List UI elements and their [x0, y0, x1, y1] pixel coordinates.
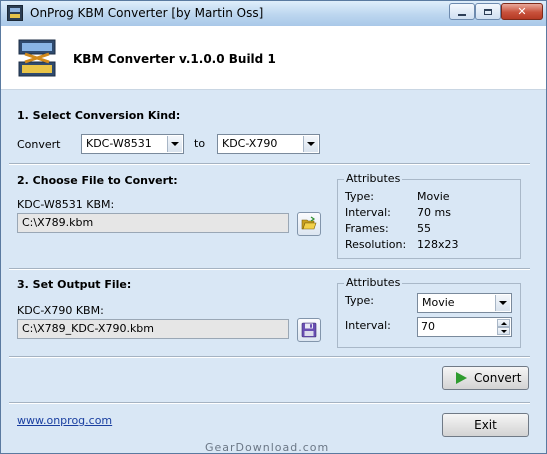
attr-resolution-label: Resolution: — [345, 238, 407, 251]
input-attributes-legend: Attributes — [344, 172, 403, 185]
kbm-app-icon — [7, 5, 23, 21]
chevron-down-icon[interactable] — [495, 295, 510, 311]
output-type-value: Movie — [422, 296, 455, 309]
to-format-select[interactable]: KDC-X790 — [217, 134, 320, 154]
from-format-value: KDC-W8531 — [86, 137, 152, 150]
floppy-save-icon — [301, 322, 317, 338]
attr-type-label: Type: — [345, 190, 374, 203]
output-file-path-field[interactable]: C:\X789_KDC-X790.kbm — [17, 319, 289, 339]
maximize-icon — [484, 8, 492, 15]
watermark-text: GearDownload.com — [205, 441, 330, 454]
spinner-arrows — [497, 319, 510, 335]
input-file-path-value: C:\X789.kbm — [22, 216, 94, 229]
output-attributes-legend: Attributes — [344, 276, 403, 289]
spin-down-icon[interactable] — [497, 327, 510, 335]
window-title: OnProg KBM Converter [by Martin Oss] — [30, 6, 264, 20]
to-format-value: KDC-X790 — [222, 137, 278, 150]
output-type-select[interactable]: Movie — [417, 293, 512, 313]
minimize-button[interactable] — [449, 3, 475, 20]
close-icon: ✕ — [517, 5, 527, 18]
section-divider — [9, 268, 530, 270]
exit-button[interactable]: Exit — [442, 413, 529, 437]
section-output-file-title: 3. Set Output File: — [17, 278, 132, 291]
section-divider — [9, 356, 530, 358]
play-icon — [456, 372, 467, 384]
convert-button-label: Convert — [474, 371, 522, 385]
chevron-down-icon[interactable] — [167, 136, 182, 152]
exit-button-label: Exit — [474, 418, 497, 432]
website-link[interactable]: www.onprog.com — [17, 414, 112, 427]
section-divider — [9, 402, 530, 404]
app-header-title: KBM Converter v.1.0.0 Build 1 — [73, 52, 276, 66]
attr-interval-value: 70 ms — [417, 206, 451, 219]
from-format-select[interactable]: KDC-W8531 — [81, 134, 184, 154]
output-type-label: Type: — [345, 294, 374, 307]
section-divider — [9, 163, 530, 165]
convert-button[interactable]: Convert — [442, 366, 529, 390]
spin-up-icon[interactable] — [497, 319, 510, 327]
kbm-logo-icon — [15, 38, 59, 78]
attr-frames-value: 55 — [417, 222, 431, 235]
input-file-label: KDC-W8531 KBM: — [17, 198, 115, 211]
convert-label: Convert — [17, 138, 61, 151]
open-file-button[interactable] — [297, 212, 321, 236]
output-interval-value: 70 — [421, 320, 435, 333]
output-file-path-value: C:\X789_KDC-X790.kbm — [22, 322, 155, 335]
header-banner: KBM Converter v.1.0.0 Build 1 — [1, 26, 546, 90]
attr-resolution-value: 128x23 — [417, 238, 459, 251]
input-file-path-field[interactable]: C:\X789.kbm — [17, 213, 289, 233]
section-conversion-kind-title: 1. Select Conversion Kind: — [17, 109, 181, 122]
attr-type-value: Movie — [417, 190, 450, 203]
main-window: OnProg KBM Converter [by Martin Oss] ✕ K… — [0, 0, 547, 454]
folder-open-icon — [301, 216, 317, 230]
chevron-down-icon[interactable] — [303, 136, 318, 152]
attr-frames-label: Frames: — [345, 222, 389, 235]
save-file-button[interactable] — [297, 318, 321, 342]
attr-interval-label: Interval: — [345, 206, 391, 219]
maximize-button[interactable] — [475, 3, 501, 20]
minimize-icon — [458, 13, 466, 16]
output-interval-spinner[interactable]: 70 — [417, 317, 512, 337]
output-file-label: KDC-X790 KBM: — [17, 304, 104, 317]
close-button[interactable]: ✕ — [501, 3, 543, 20]
output-interval-label: Interval: — [345, 319, 391, 332]
to-label: to — [194, 137, 206, 150]
section-choose-file-title: 2. Choose File to Convert: — [17, 174, 178, 187]
title-bar[interactable]: OnProg KBM Converter [by Martin Oss] ✕ — [1, 1, 546, 26]
